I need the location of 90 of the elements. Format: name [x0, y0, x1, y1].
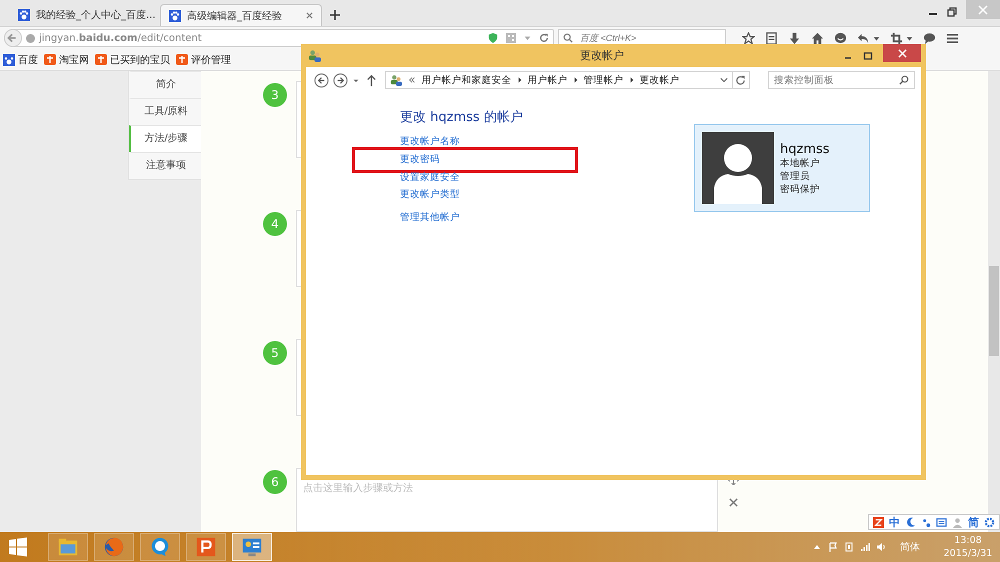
- maximize-icon[interactable]: [863, 50, 873, 60]
- star-icon[interactable]: [742, 32, 755, 44]
- search-input[interactable]: 搜索控制面板: [774, 74, 892, 86]
- menu-icon[interactable]: [946, 32, 959, 44]
- smiley-icon[interactable]: [834, 32, 847, 44]
- ime-logo-icon[interactable]: [873, 516, 884, 528]
- search-icon[interactable]: [899, 75, 909, 85]
- account-link[interactable]: 更改密码: [400, 153, 440, 166]
- moon-icon[interactable]: [904, 516, 916, 528]
- taskbar-app[interactable]: [140, 533, 180, 561]
- globe-icon: [26, 34, 35, 42]
- account-detail: 本地帐户: [780, 157, 821, 170]
- taskbar-app[interactable]: [94, 533, 134, 561]
- page-heading: 更改 hqzmss 的帐户: [400, 109, 523, 126]
- breadcrumb-bar[interactable]: 用户帐户和家庭安全 用户帐户 管理帐户 更改帐户: [384, 71, 733, 89]
- breadcrumb-item[interactable]: 用户帐户和家庭安全: [422, 74, 512, 86]
- account-link[interactable]: 更改帐户名称: [400, 135, 460, 148]
- bookmark[interactable]: 百度: [18, 52, 38, 66]
- ime-mode[interactable]: 中: [889, 514, 900, 530]
- punctuation-icon[interactable]: [920, 516, 932, 528]
- step-placeholder: 点击这里输入步骤或方法: [302, 482, 414, 495]
- restore-icon[interactable]: [947, 7, 957, 17]
- taskbar-app[interactable]: [232, 533, 272, 561]
- start-icon[interactable]: [8, 537, 28, 557]
- browser-tab[interactable]: 高级编辑器_百度经验: [160, 4, 322, 26]
- flag-icon[interactable]: [828, 542, 838, 552]
- bookmark[interactable]: 淘宝网: [59, 52, 89, 66]
- control-panel-icon[interactable]: [241, 536, 263, 558]
- step-number: 4: [263, 212, 287, 236]
- crop-icon[interactable]: [890, 32, 903, 44]
- search-input[interactable]: 百度 <Ctrl+K>: [580, 33, 720, 43]
- shield-icon: [488, 33, 498, 43]
- settings-icon[interactable]: [984, 516, 995, 528]
- back-icon[interactable]: [314, 72, 329, 88]
- account-detail: 密码保护: [780, 183, 821, 196]
- double-chevron-icon[interactable]: [408, 76, 416, 84]
- new-tab-icon[interactable]: [330, 10, 340, 20]
- bookmark[interactable]: 已买到的宝贝: [110, 52, 170, 66]
- reader-icon[interactable]: [765, 32, 778, 44]
- reload-icon[interactable]: [539, 33, 549, 43]
- step-number: 5: [263, 341, 287, 365]
- download-icon[interactable]: [788, 32, 801, 44]
- breadcrumb-item[interactable]: 管理帐户: [584, 74, 624, 86]
- delete-icon[interactable]: [728, 497, 739, 508]
- account-card[interactable]: hqzmss 本地帐户 管理员 密码保护: [694, 124, 870, 212]
- account-detail: 管理员: [780, 170, 811, 183]
- outline-item[interactable]: 方法/步骤: [129, 125, 201, 152]
- account-link[interactable]: 管理其他帐户: [400, 210, 460, 224]
- paw-icon[interactable]: [3, 54, 15, 66]
- signal-icon[interactable]: [860, 542, 870, 552]
- taskbar-app[interactable]: [186, 533, 226, 561]
- ime-toolbar[interactable]: 中 简: [868, 514, 1000, 530]
- device-icon[interactable]: [844, 542, 854, 552]
- keyboard-icon[interactable]: [936, 516, 948, 528]
- home-icon[interactable]: [811, 32, 824, 44]
- close-button[interactable]: [883, 44, 921, 62]
- account-link[interactable]: 设置家庭安全: [400, 170, 460, 184]
- search-field[interactable]: 搜索控制面板: [768, 71, 915, 89]
- users-icon: [390, 74, 402, 86]
- address-field[interactable]: jingyan.baidu.com/edit/content: [4, 29, 554, 47]
- dropdown-icon[interactable]: [720, 76, 728, 84]
- account-name: hqzmss: [780, 142, 830, 157]
- presentation-icon[interactable]: [195, 536, 217, 558]
- close-icon[interactable]: [306, 12, 313, 19]
- undo-icon[interactable]: [857, 32, 870, 44]
- ime-mode[interactable]: 简: [968, 514, 979, 530]
- refresh-icon[interactable]: [735, 74, 746, 86]
- user-avatar-icon: [702, 132, 774, 204]
- step-number: 3: [263, 83, 287, 107]
- triangle-icon[interactable]: [630, 77, 634, 83]
- refresh-button[interactable]: [732, 71, 750, 89]
- breadcrumb-item[interactable]: 更改帐户: [640, 74, 680, 86]
- forward-icon[interactable]: [332, 72, 348, 88]
- breadcrumb-item[interactable]: 用户帐户: [528, 74, 568, 86]
- tab-title: 高级编辑器_百度经验: [187, 10, 283, 22]
- triangle-icon[interactable]: [574, 77, 578, 83]
- window-title: 更改帐户: [579, 48, 625, 63]
- users-icon: [308, 49, 321, 62]
- paw-icon: [169, 10, 181, 22]
- scrollbar-thumb[interactable]: [989, 266, 999, 356]
- paw-icon: [18, 9, 30, 21]
- chat-icon[interactable]: [149, 536, 171, 558]
- tab-title: 我的经验_个人中心_百度...: [36, 8, 156, 22]
- step-number: 6: [263, 470, 287, 494]
- search-icon[interactable]: [563, 33, 573, 43]
- triangle-icon[interactable]: [518, 77, 522, 83]
- bookmark[interactable]: 评价管理: [191, 52, 231, 66]
- account-link[interactable]: 更改帐户类型: [400, 188, 460, 202]
- url-text: jingyan.baidu.com/edit/content: [39, 32, 202, 44]
- volume-icon[interactable]: [876, 542, 886, 552]
